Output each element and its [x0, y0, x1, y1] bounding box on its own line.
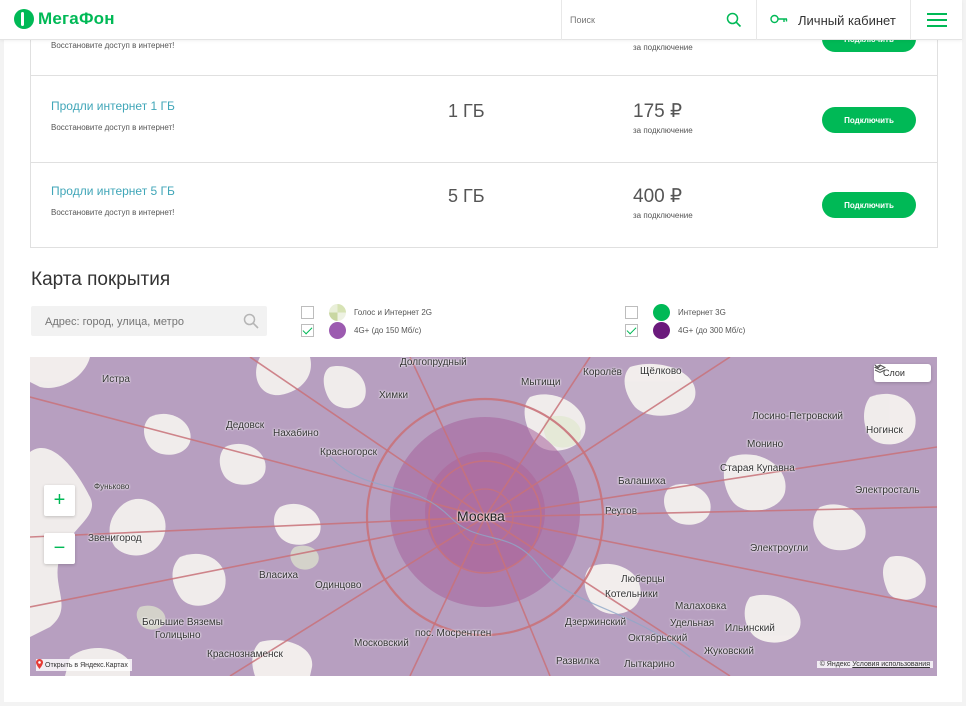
map-label-kupavna: Старая Купавна [720, 463, 795, 474]
map-label-korolev: Королёв [583, 367, 622, 378]
map-label-moskovsky: Московский [354, 638, 409, 649]
site-header: МегаФон Личный кабинет [0, 0, 962, 40]
offer-price-note: за подключение [633, 43, 693, 52]
legend-2g-label: Голос и Интернет 2G [354, 307, 432, 317]
map-label-monino: Монино [747, 439, 784, 450]
offer-row: Продли интернет 5 ГБ Восстановите доступ… [31, 163, 937, 248]
zoom-out-button[interactable]: − [44, 533, 75, 564]
map-label-bolshie-vyazemy: Большие Вяземы [142, 617, 223, 628]
menu-button[interactable] [910, 0, 962, 40]
legend-4g-300-label: 4G+ (до 300 Мб/с) [678, 325, 746, 335]
zoom-in-button[interactable]: + [44, 485, 75, 516]
offer-price: 175 ₽ [633, 101, 683, 122]
logo-text: МегаФон [38, 9, 115, 28]
legend-4g-150-swatch [329, 321, 346, 339]
map-label-istra: Истра [102, 374, 130, 385]
map-label-dedovsk: Дедовск [226, 420, 265, 431]
map-label-balashikha: Балашиха [618, 476, 666, 487]
map-label-funkovo: Фуньково [94, 482, 130, 491]
open-in-yandex-label: Открыть в Яндекс.Картах [45, 661, 128, 669]
personal-account-label: Личный кабинет [798, 12, 896, 28]
map-label-mytishchi: Мытищи [521, 377, 561, 388]
layers-label: Слои [883, 368, 905, 378]
map-label-golitsyno: Голицыно [155, 630, 201, 641]
address-input[interactable] [45, 314, 225, 330]
legend-3g-checkbox[interactable] [625, 305, 638, 319]
map-label-khimki: Химки [379, 390, 409, 401]
key-icon [770, 11, 788, 29]
legend-4g-300[interactable]: 4G+ (до 300 Мб/с) [625, 321, 746, 339]
map-label-elektrougli: Электроугли [750, 543, 809, 554]
legend-4g-150-checkbox[interactable] [301, 323, 314, 337]
map-label-elektrostal: Электросталь [855, 485, 920, 496]
legend-3g-label: Интернет 3G [678, 307, 726, 317]
map-label-mosrentgen: пос. Мосрентген [415, 628, 492, 639]
legend-4g-300-checkbox[interactable] [625, 323, 638, 337]
map-label-dzerzhinsky: Дзержинский [565, 617, 627, 628]
map-label-odintsovo: Одинцово [315, 580, 362, 591]
map-label-losino: Лосино-Петровский [752, 411, 843, 422]
logo-icon [14, 9, 34, 29]
site-search [561, 0, 757, 40]
coverage-map[interactable]: Москва Истра Дедовск Нахабино Химки Долг… [30, 357, 937, 676]
offer-title[interactable]: Продли интернет 1 ГБ [51, 99, 175, 113]
legend-4g-150-label: 4G+ (до 150 Мб/с) [354, 325, 422, 335]
legend-3g-swatch [653, 303, 670, 321]
search-input[interactable] [570, 12, 720, 28]
map-copyright: © Яндекс Условия использования [816, 661, 933, 668]
search-icon[interactable] [726, 12, 742, 28]
legend-2g-checkbox[interactable] [301, 305, 314, 319]
search-icon[interactable] [243, 313, 259, 329]
copyright-brand: © Яндекс [819, 661, 851, 668]
map-label-zvenigorod: Звенигород [88, 533, 142, 544]
map-label-dolgoprudny: Долгопрудный [400, 357, 467, 368]
map-label-lyubertsy: Люберцы [621, 574, 665, 585]
map-label-reutov: Реутов [605, 506, 638, 517]
map-label-ilyinsky: Ильинский [725, 623, 775, 634]
map-label-razvilka: Развилка [556, 656, 600, 667]
hamburger-icon-line [927, 25, 947, 27]
coverage-title: Карта покрытия [31, 269, 171, 290]
offer-description: Восстановите доступ в интернет! [51, 41, 175, 50]
page: Восстановите доступ в интернет! за подкл… [4, 0, 962, 702]
offer-row: Продли интернет 1 ГБ Восстановите доступ… [31, 78, 937, 163]
map-label-oktyabrsky: Октябрьский [628, 633, 688, 644]
legend-2g[interactable]: Голос и Интернет 2G [301, 303, 432, 321]
layers-button[interactable]: Слои [874, 364, 931, 382]
map-label-krasnogorsk: Красногорск [320, 447, 377, 458]
map-label-moscow: Москва [457, 508, 505, 524]
offer-description: Восстановите доступ в интернет! [51, 208, 175, 217]
map-label-kotelniki: Котельники [605, 589, 658, 600]
legend-2g-swatch [329, 303, 346, 321]
connect-button[interactable]: Подключить [822, 107, 916, 133]
map-label-shchelkovo: Щёлково [640, 366, 682, 377]
connect-button[interactable]: Подключить [822, 192, 916, 218]
map-label-nakhabino: Нахабино [273, 428, 319, 439]
hamburger-icon-line [927, 19, 947, 21]
legend-4g-300-swatch [653, 321, 670, 339]
map-label-noginsk: Ногинск [866, 425, 903, 436]
map-label-malakhovka: Малаховка [675, 601, 727, 612]
legend-3g[interactable]: Интернет 3G [625, 303, 726, 321]
offer-price-note: за подключение [633, 211, 693, 220]
map-label-udelnaya: Удельная [670, 618, 715, 629]
open-in-yandex-link[interactable]: Открыть в Яндекс.Картах [36, 659, 132, 671]
hamburger-icon [927, 13, 947, 15]
offer-volume: 1 ГБ [448, 101, 485, 121]
map-label-vlasikha: Власиха [259, 570, 299, 581]
terms-link[interactable]: Условия использования [852, 661, 930, 668]
address-search [31, 306, 267, 336]
personal-account-link[interactable]: Личный кабинет [770, 0, 896, 40]
offer-volume: 5 ГБ [448, 186, 485, 206]
legend-4g-150[interactable]: 4G+ (до 150 Мб/с) [301, 321, 422, 339]
offer-description: Восстановите доступ в интернет! [51, 123, 175, 132]
map-label-krasnoznamensk: Краснознаменск [207, 649, 283, 660]
offer-title[interactable]: Продли интернет 5 ГБ [51, 184, 175, 198]
map-label-lytkarino: Лыткарино [624, 659, 675, 670]
offer-price-note: за подключение [633, 126, 693, 135]
logo[interactable]: МегаФон [14, 9, 115, 29]
map-label-zhukovsky: Жуковский [704, 646, 754, 657]
offer-price: 400 ₽ [633, 186, 683, 207]
